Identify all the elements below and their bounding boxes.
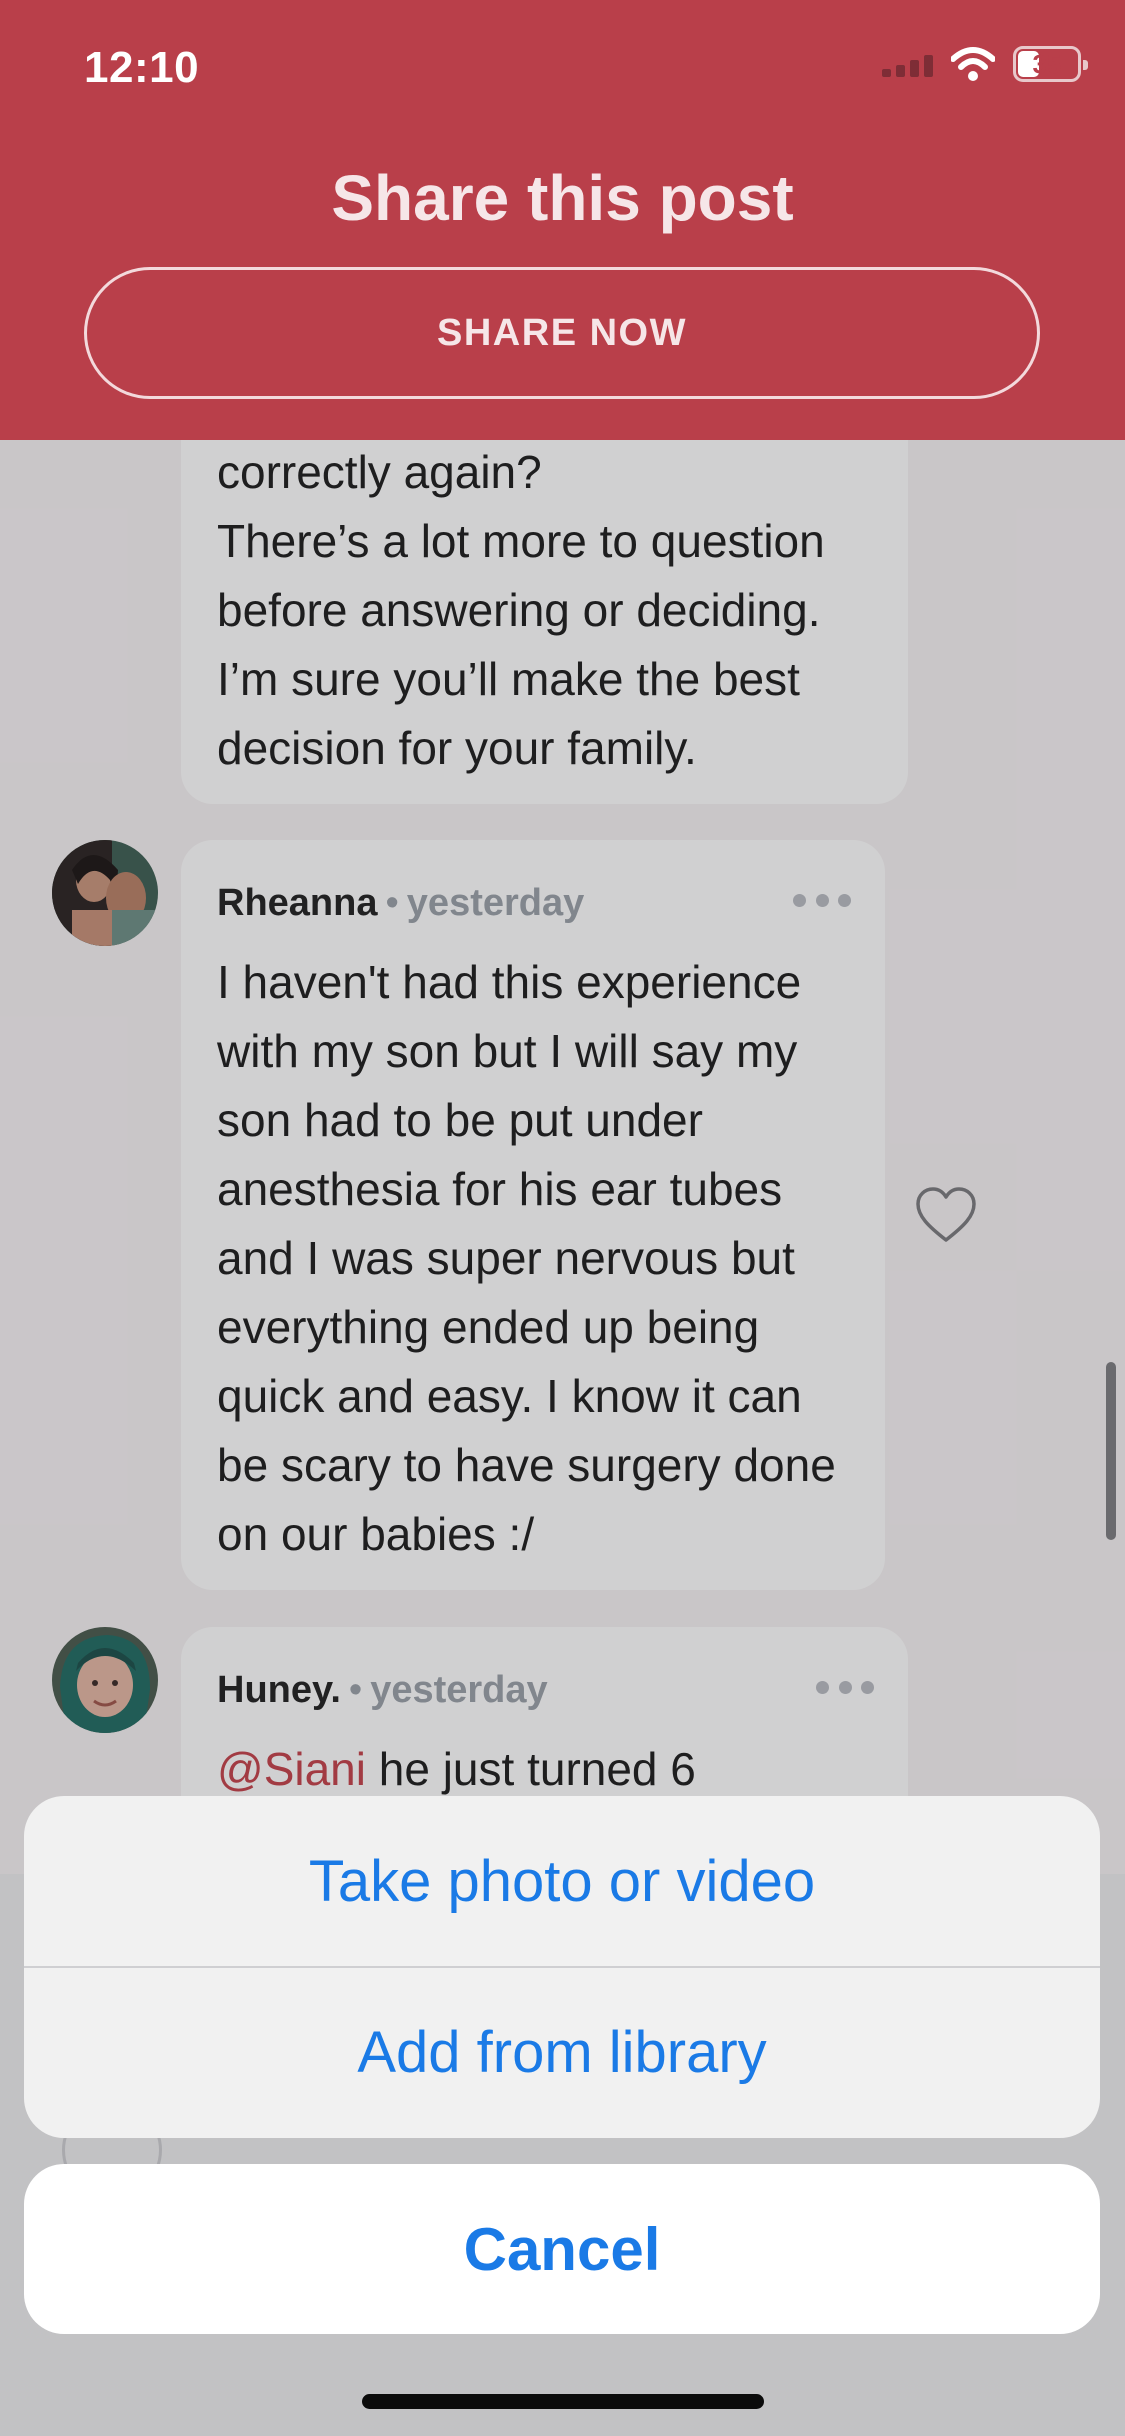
share-header: 12:10 35 Share this post SHARE NOW [0,0,1125,440]
battery-percent: 35 [1032,49,1062,79]
page-title: Share this post [331,162,794,234]
battery-icon: 35 [1013,46,1088,82]
action-sheet: Take photo or video Add from library [24,1796,1100,2138]
wifi-icon [951,47,995,81]
cancel-button[interactable]: Cancel [24,2164,1100,2334]
take-photo-option[interactable]: Take photo or video [24,1796,1100,1967]
add-from-library-option[interactable]: Add from library [24,1967,1100,2138]
status-bar-time: 12:10 [84,43,200,92]
home-indicator[interactable] [362,2394,764,2409]
share-now-button[interactable]: SHARE NOW [84,267,1040,399]
cellular-signal-icon [882,51,933,77]
status-bar-icons: 35 [882,46,1088,82]
